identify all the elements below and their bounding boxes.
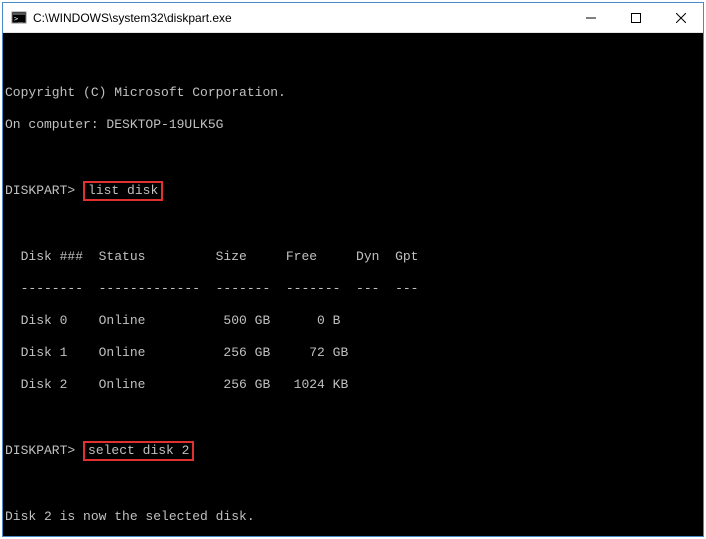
terminal-output[interactable]: Copyright (C) Microsoft Corporation. On … — [3, 33, 703, 536]
prompt: DISKPART> — [5, 183, 75, 198]
select-disk-msg: Disk 2 is now the selected disk. — [5, 509, 701, 525]
disk-divider: -------- ------------- ------- ------- -… — [5, 281, 701, 297]
maximize-button[interactable] — [613, 3, 658, 32]
titlebar: >_ C:\WINDOWS\system32\diskpart.exe — [3, 3, 703, 33]
svg-text:>_: >_ — [14, 15, 23, 23]
prompt-line-2: DISKPART> select disk 2 — [5, 441, 701, 461]
minimize-button[interactable] — [568, 3, 613, 32]
prompt: DISKPART> — [5, 443, 75, 458]
app-window: >_ C:\WINDOWS\system32\diskpart.exe Copy… — [2, 2, 704, 537]
copyright-line: Copyright (C) Microsoft Corporation. — [5, 85, 701, 101]
cmd-select-disk: select disk 2 — [83, 441, 194, 461]
computer-line: On computer: DESKTOP-19ULK5G — [5, 117, 701, 133]
close-button[interactable] — [658, 3, 703, 32]
app-icon: >_ — [11, 10, 27, 26]
disk-row: Disk 0 Online 500 GB 0 B — [5, 313, 701, 329]
window-title: C:\WINDOWS\system32\diskpart.exe — [33, 11, 568, 25]
disk-row: Disk 1 Online 256 GB 72 GB — [5, 345, 701, 361]
cmd-list-disk: list disk — [83, 181, 163, 201]
disk-header: Disk ### Status Size Free Dyn Gpt — [5, 249, 701, 265]
prompt-line-1: DISKPART> list disk — [5, 181, 701, 201]
window-controls — [568, 3, 703, 32]
disk-row: Disk 2 Online 256 GB 1024 KB — [5, 377, 701, 393]
